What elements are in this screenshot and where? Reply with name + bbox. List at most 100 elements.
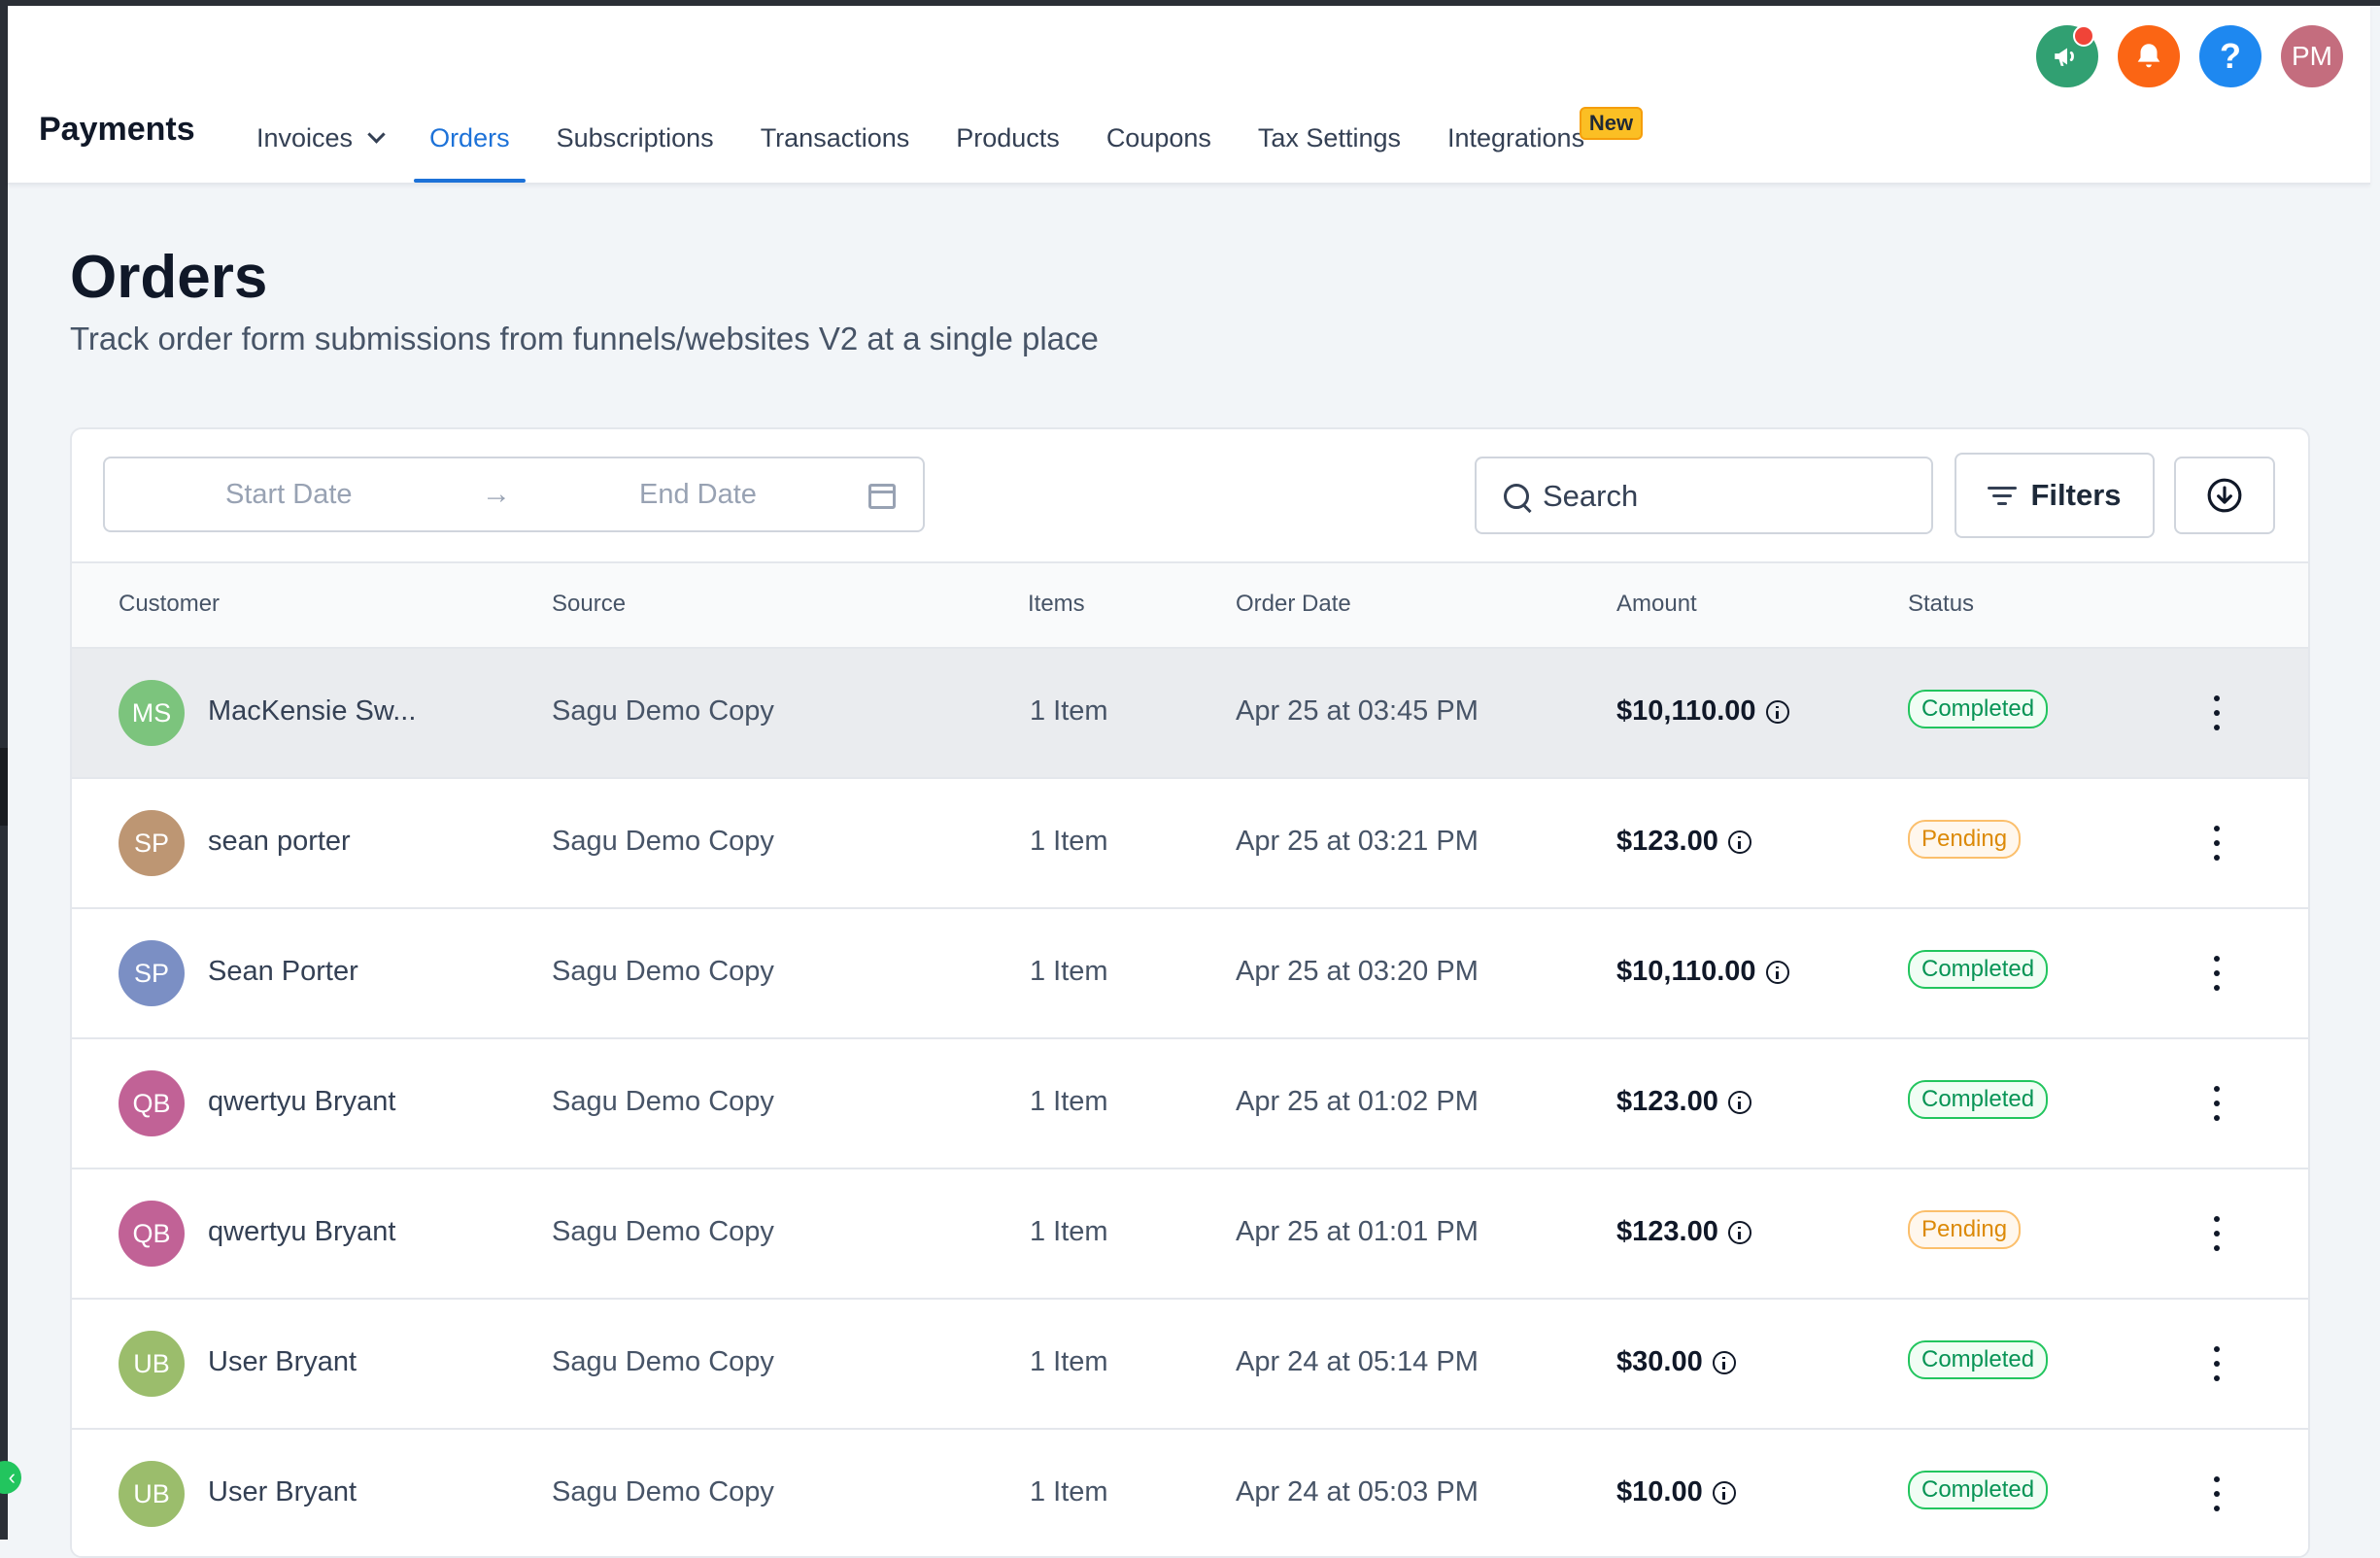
sidebar-collapse-icon[interactable]: ‹ <box>0 1461 21 1494</box>
info-icon[interactable] <box>1765 960 1789 984</box>
table-row[interactable]: SP sean porter Sagu Demo Copy 1 Item Apr… <box>72 779 2308 909</box>
nav-tab-label: Transactions <box>760 122 910 152</box>
more-options-icon[interactable] <box>2207 824 2227 863</box>
customer-avatar: QB <box>119 1201 185 1267</box>
customer-avatar: SP <box>119 940 185 1006</box>
nav-tab-label: Integrations <box>1446 122 1585 152</box>
customer-name[interactable]: sean porter <box>208 826 351 858</box>
nav-tab-label: Orders <box>429 122 510 152</box>
amount-cell: $123.00 <box>1616 826 1751 858</box>
source-cell: Sagu Demo Copy <box>552 1216 774 1247</box>
info-icon[interactable] <box>1765 699 1789 724</box>
page-title: Orders <box>70 244 268 311</box>
items-cell: 1 Item <box>1030 1476 1108 1507</box>
status-badge: Pending <box>1908 1210 2022 1249</box>
source-cell: Sagu Demo Copy <box>552 1346 774 1377</box>
amount-cell: $10.00 <box>1616 1476 1736 1508</box>
status-badge: Pending <box>1908 820 2022 859</box>
more-options-icon[interactable] <box>2207 694 2227 732</box>
table-row[interactable]: QB qwertyu Bryant Sagu Demo Copy 1 Item … <box>72 1039 2308 1169</box>
amount-value: $123.00 <box>1616 826 1718 857</box>
nav-tab-integrations[interactable]: Integrations New <box>1432 93 1644 183</box>
more-options-icon[interactable] <box>2207 1474 2227 1513</box>
customer-avatar: UB <box>119 1331 185 1397</box>
customer-avatar: QB <box>119 1070 185 1136</box>
customer-name[interactable]: Sean Porter <box>208 956 358 988</box>
status-badge: Completed <box>1908 1471 2049 1509</box>
nav-tab-label: Products <box>956 122 1060 152</box>
bell-icon <box>2137 44 2160 68</box>
table-body: MS MacKensie Sw... Sagu Demo Copy 1 Item… <box>72 649 2308 1556</box>
top-navigation-bar: Payments Invoices Orders Subscriptions T… <box>8 6 2370 185</box>
announcements-button[interactable] <box>2036 25 2098 87</box>
order-date-cell: Apr 25 at 03:20 PM <box>1236 956 1479 987</box>
amount-cell: $30.00 <box>1616 1346 1736 1378</box>
order-date-cell: Apr 24 at 05:03 PM <box>1236 1476 1479 1507</box>
search-icon <box>1504 484 1529 509</box>
info-icon[interactable] <box>1712 1350 1736 1374</box>
date-range-picker[interactable]: Start Date → End Date <box>103 457 925 532</box>
source-cell: Sagu Demo Copy <box>552 1086 774 1117</box>
table-row[interactable]: UB User Bryant Sagu Demo Copy 1 Item Apr… <box>72 1300 2308 1430</box>
nav-tab-products[interactable]: Products <box>940 93 1075 183</box>
items-cell: 1 Item <box>1030 826 1108 857</box>
nav-tab-coupons[interactable]: Coupons <box>1091 93 1227 183</box>
amount-cell: $10,110.00 <box>1616 956 1789 988</box>
nav-tab-invoices[interactable]: Invoices <box>241 93 398 183</box>
table-row[interactable]: UB User Bryant Sagu Demo Copy 1 Item Apr… <box>72 1430 2308 1556</box>
info-icon[interactable] <box>1712 1480 1736 1505</box>
info-icon[interactable] <box>1727 1220 1751 1244</box>
source-cell: Sagu Demo Copy <box>552 1476 774 1507</box>
column-header-order-date: Order Date <box>1236 591 1351 617</box>
download-button[interactable] <box>2174 457 2275 534</box>
table-row[interactable]: QB qwertyu Bryant Sagu Demo Copy 1 Item … <box>72 1169 2308 1300</box>
amount-cell: $10,110.00 <box>1616 695 1789 728</box>
amount-value: $123.00 <box>1616 1216 1718 1247</box>
help-button[interactable]: ? <box>2199 25 2261 87</box>
items-cell: 1 Item <box>1030 956 1108 987</box>
filters-label: Filters <box>2030 478 2122 512</box>
customer-name[interactable]: MacKensie Sw... <box>208 695 416 728</box>
nav-tab-subscriptions[interactable]: Subscriptions <box>541 93 730 183</box>
search-input[interactable] <box>1541 472 1914 521</box>
info-icon[interactable] <box>1727 1090 1751 1114</box>
column-header-items: Items <box>1028 591 1085 617</box>
user-initials: PM <box>2292 41 2332 71</box>
user-avatar[interactable]: PM <box>2281 25 2343 87</box>
customer-name[interactable]: User Bryant <box>208 1346 357 1378</box>
table-row[interactable]: MS MacKensie Sw... Sagu Demo Copy 1 Item… <box>72 649 2308 779</box>
column-header-customer: Customer <box>119 591 221 617</box>
more-options-icon[interactable] <box>2207 1214 2227 1253</box>
nav-tab-label: Coupons <box>1105 122 1211 152</box>
customer-name[interactable]: User Bryant <box>208 1476 357 1508</box>
order-date-cell: Apr 25 at 03:45 PM <box>1236 695 1479 727</box>
nav-tab-tax-settings[interactable]: Tax Settings <box>1242 93 1416 183</box>
window-frame-left-accent <box>0 748 8 826</box>
help-icon: ? <box>2220 36 2241 76</box>
notifications-button[interactable] <box>2118 25 2180 87</box>
table-toolbar: Start Date → End Date Filters <box>72 429 2308 563</box>
status-badge: Completed <box>1908 690 2049 728</box>
more-options-icon[interactable] <box>2207 1084 2227 1123</box>
filters-button[interactable]: Filters <box>1955 453 2155 538</box>
amount-value: $10,110.00 <box>1616 695 1756 727</box>
end-date-input[interactable]: End Date <box>639 479 757 511</box>
amount-value: $123.00 <box>1616 1086 1718 1117</box>
table-row[interactable]: SP Sean Porter Sagu Demo Copy 1 Item Apr… <box>72 909 2308 1039</box>
start-date-input[interactable]: Start Date <box>225 479 353 511</box>
customer-name[interactable]: qwertyu Bryant <box>208 1216 395 1248</box>
orders-card: Start Date → End Date Filters Customer <box>70 427 2310 1558</box>
table-header: Customer Source Items Order Date Amount … <box>72 563 2308 649</box>
nav-tab-label: Subscriptions <box>556 122 714 152</box>
search-box[interactable] <box>1475 457 1933 534</box>
more-options-icon[interactable] <box>2207 1344 2227 1383</box>
nav-tab-transactions[interactable]: Transactions <box>745 93 926 183</box>
info-icon[interactable] <box>1727 830 1751 854</box>
nav-tab-orders[interactable]: Orders <box>414 93 526 183</box>
arrow-right-icon: → <box>482 478 511 510</box>
order-date-cell: Apr 25 at 01:02 PM <box>1236 1086 1479 1117</box>
customer-name[interactable]: qwertyu Bryant <box>208 1086 395 1118</box>
page-subtitle: Track order form submissions from funnel… <box>70 321 1099 356</box>
more-options-icon[interactable] <box>2207 954 2227 993</box>
amount-cell: $123.00 <box>1616 1216 1751 1248</box>
